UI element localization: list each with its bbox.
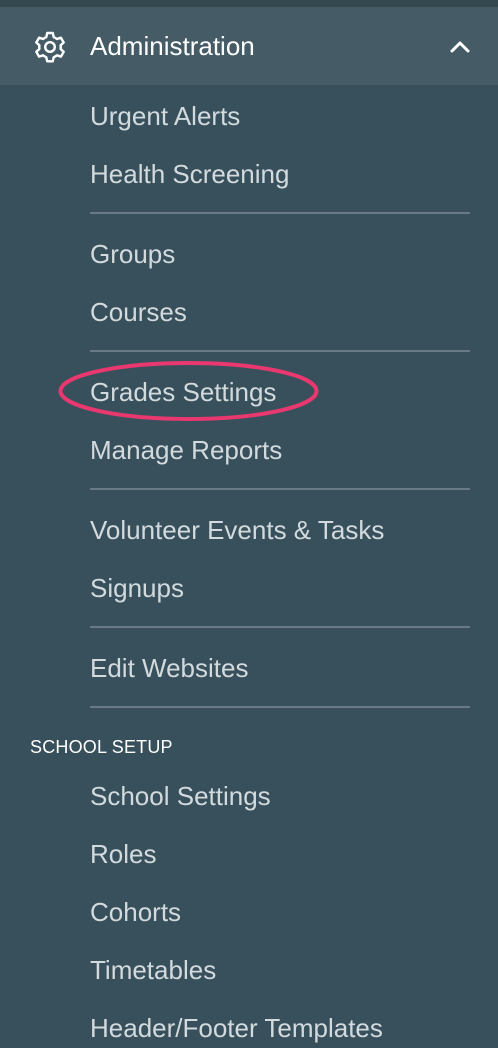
divider — [90, 706, 470, 708]
menu-item-roles[interactable]: Roles — [90, 837, 156, 871]
gear-icon — [35, 31, 65, 63]
school-setup-label: SCHOOL SETUP — [30, 737, 173, 757]
admin-sidebar: Administration Urgent Alerts Health Scre… — [0, 0, 498, 1048]
divider — [90, 626, 470, 628]
menu-item-courses[interactable]: Courses — [90, 295, 187, 329]
menu-item-manage-reports[interactable]: Manage Reports — [90, 433, 282, 467]
section-title: Administration — [90, 31, 255, 61]
menu-item-school-settings[interactable]: School Settings — [90, 779, 271, 813]
divider — [90, 212, 470, 214]
menu-item-health-screening[interactable]: Health Screening — [90, 157, 289, 191]
menu-item-edit-websites[interactable]: Edit Websites — [90, 651, 248, 685]
menu-item-header-footer-templates[interactable]: Header/Footer Templates — [90, 1011, 383, 1045]
chevron-up-icon[interactable] — [449, 36, 471, 58]
menu-item-volunteer-events[interactable]: Volunteer Events & Tasks — [90, 513, 384, 547]
administration-section-header[interactable]: Administration — [0, 7, 498, 85]
menu-item-cohorts[interactable]: Cohorts — [90, 895, 181, 929]
menu-item-timetables[interactable]: Timetables — [90, 953, 216, 987]
menu-item-groups[interactable]: Groups — [90, 237, 175, 271]
divider — [90, 488, 470, 490]
top-strip — [0, 0, 498, 7]
menu-item-signups[interactable]: Signups — [90, 571, 184, 605]
divider — [90, 350, 470, 352]
menu-item-urgent-alerts[interactable]: Urgent Alerts — [90, 99, 240, 133]
highlight-ellipse — [58, 361, 319, 421]
